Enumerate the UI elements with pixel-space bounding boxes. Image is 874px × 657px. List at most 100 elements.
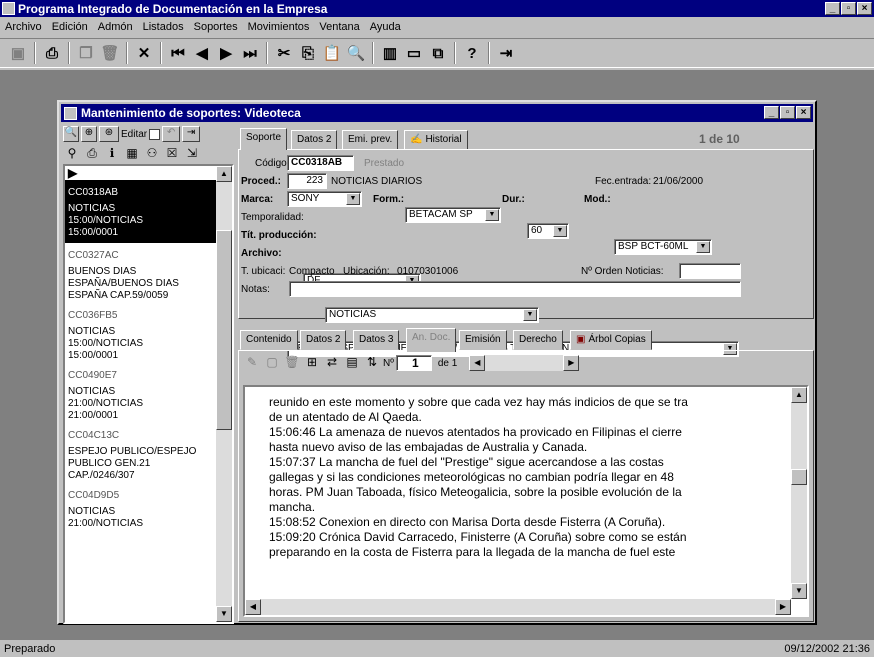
record-list[interactable]: ▶ CC0318AB NOTICIAS 15:00/NOTICIAS 15:00… — [63, 164, 234, 624]
new-doc-icon[interactable]: ▢ — [263, 355, 281, 371]
binoculars-icon[interactable]: ⚲ — [63, 146, 81, 162]
menu-archivo[interactable]: Archivo — [0, 21, 47, 33]
cut-icon[interactable]: ✂ — [272, 42, 296, 64]
chevron-down-icon[interactable]: ▼ — [553, 225, 567, 237]
list-item[interactable]: CC04C13C ESPEJO PUBLICO/ESPEJO PUBLICO G… — [65, 423, 232, 483]
tab-arbol-copias[interactable]: ▣ Árbol Copias — [570, 330, 652, 350]
scroll-right-icon[interactable]: ▶ — [563, 355, 580, 371]
copy2-icon[interactable]: ⎘ — [296, 42, 320, 64]
chevron-down-icon[interactable]: ▼ — [485, 209, 499, 221]
tab-historial[interactable]: ✍ Historial — [404, 130, 468, 150]
chevron-down-icon[interactable]: ▼ — [523, 309, 537, 321]
codigo-field[interactable]: CC0318AB — [287, 155, 354, 171]
people-icon[interactable]: ⚇ — [143, 146, 161, 162]
fullscreen-icon[interactable]: ⊞ — [303, 355, 321, 371]
exit-icon[interactable]: ⇥ — [494, 42, 518, 64]
disk-icon[interactable]: ▣ — [6, 42, 30, 64]
tab-derecho[interactable]: Derecho — [513, 330, 563, 350]
delete-doc-icon[interactable]: 🗑 — [283, 355, 301, 371]
panel-icon[interactable]: ▥ — [378, 42, 402, 64]
scroll-left-icon[interactable]: ◀ — [245, 599, 261, 615]
trash-icon[interactable]: 🗑 — [98, 42, 122, 64]
tab-contenido[interactable]: Contenido — [240, 330, 298, 350]
tile-icon[interactable]: ⧉ — [426, 42, 450, 64]
marca-select[interactable]: SONY ▼ — [287, 191, 362, 207]
scroll-thumb[interactable] — [791, 469, 807, 485]
paste-icon[interactable]: 📋 — [320, 42, 344, 64]
form-select[interactable]: BETACAM SP ▼ — [405, 207, 501, 223]
swap-icon[interactable]: ⇄ — [323, 355, 341, 371]
edit-checkbox[interactable] — [149, 128, 161, 140]
scroll-down-icon[interactable]: ▼ — [216, 606, 232, 622]
print-list-icon[interactable]: ⎙ — [83, 146, 101, 162]
find-icon[interactable]: 🔍 — [344, 42, 368, 64]
tab-datos2[interactable]: Datos 2 — [291, 130, 338, 150]
page-scrollbar[interactable]: ◀ ▶ — [469, 355, 580, 371]
menu-ayuda[interactable]: Ayuda — [365, 21, 406, 33]
search-plus-icon[interactable]: ⊕ — [81, 126, 97, 142]
scroll-up-icon[interactable]: ▲ — [791, 387, 807, 403]
info-icon[interactable]: ℹ — [103, 146, 121, 162]
sort-icon[interactable]: ⇅ — [363, 355, 381, 371]
tab-an-doc[interactable]: An. Doc. — [406, 328, 457, 352]
window-icon[interactable]: ▭ — [402, 42, 426, 64]
scroll-down-icon[interactable]: ▼ — [791, 583, 807, 599]
scroll-right-icon[interactable]: ▶ — [775, 599, 791, 615]
prev-record-icon[interactable]: ◀ — [190, 42, 214, 64]
child-minimize-button[interactable]: _ — [764, 106, 779, 119]
undo-icon[interactable]: ↶ — [162, 126, 181, 142]
tab-datos2-sub[interactable]: Datos 2 — [300, 330, 347, 350]
first-record-icon[interactable]: ⏮ — [166, 42, 190, 64]
list-scrollbar[interactable]: ▲ ▼ — [216, 166, 232, 622]
mod-select[interactable]: BSP BCT-60ML ▼ — [614, 239, 712, 255]
tab-datos3[interactable]: Datos 3 — [353, 330, 400, 350]
menu-soportes[interactable]: Soportes — [189, 21, 243, 33]
menu-admon[interactable]: Admón — [93, 21, 138, 33]
grid-icon[interactable]: ▦ — [123, 146, 141, 162]
last-record-icon[interactable]: ⏭ — [238, 42, 262, 64]
next-record-icon[interactable]: ▶ — [214, 42, 238, 64]
scroll-up-icon[interactable]: ▲ — [216, 166, 232, 182]
tab-emision[interactable]: Emisión — [459, 330, 507, 350]
list-item[interactable]: CC0318AB NOTICIAS 15:00/NOTICIAS 15:00/0… — [65, 180, 232, 243]
chevron-down-icon[interactable]: ▼ — [346, 193, 360, 205]
list-item[interactable]: CC04D9D5 NOTICIAS 21:00/NOTICIAS — [65, 483, 232, 531]
goto-icon[interactable]: ⇥ — [182, 126, 201, 142]
restore-button[interactable]: ▫ — [841, 2, 856, 15]
proced-num-field[interactable]: 223 — [287, 173, 327, 189]
printer-icon[interactable]: ⎙ — [40, 42, 64, 64]
page-number-field[interactable]: 1 — [395, 355, 432, 371]
list-item[interactable]: CC036FB5 NOTICIAS 15:00/NOTICIAS 15:00/0… — [65, 303, 232, 363]
list-item[interactable]: CC0490E7 NOTICIAS 21:00/NOTICIAS 21:00/0… — [65, 363, 232, 423]
scroll-thumb[interactable] — [216, 230, 232, 430]
child-close-button[interactable]: × — [796, 106, 811, 119]
list-item[interactable]: CC0327AC BUENOS DIAS ESPAÑA/BUENOS DIAS … — [65, 243, 232, 303]
menu-movimientos[interactable]: Movimientos — [243, 21, 315, 33]
scroll-left-icon[interactable]: ◀ — [469, 355, 486, 371]
minimize-button[interactable]: _ — [825, 2, 840, 15]
norden-field[interactable] — [679, 263, 741, 279]
text-vscrollbar[interactable]: ▲ ▼ — [791, 387, 807, 599]
text-hscrollbar[interactable]: ◀ ▶ — [245, 599, 791, 615]
chevron-down-icon[interactable]: ▼ — [696, 241, 710, 253]
dur-select[interactable]: 60 ▼ — [527, 223, 569, 239]
advanced-search-icon[interactable]: ⊛ — [99, 126, 119, 142]
search-icon[interactable]: 🔍 — [63, 126, 79, 142]
edit-doc-icon[interactable]: ✎ — [243, 355, 261, 371]
child-restore-button[interactable]: ▫ — [780, 106, 795, 119]
media-icon[interactable]: ▤ — [343, 355, 361, 371]
help-icon[interactable]: ? — [460, 42, 484, 64]
export-icon[interactable]: ⇲ — [183, 146, 201, 162]
close-x-icon[interactable]: ✕ — [132, 42, 156, 64]
tab-emi-prev[interactable]: Emi. prev. — [342, 130, 399, 150]
copy-icon[interactable]: ❐ — [74, 42, 98, 64]
menu-ventana[interactable]: Ventana — [314, 21, 364, 33]
box-icon[interactable]: ☒ — [163, 146, 181, 162]
menu-listados[interactable]: Listados — [138, 21, 189, 33]
menu-edicion[interactable]: Edición — [47, 21, 93, 33]
tab-soporte[interactable]: Soporte — [240, 128, 288, 150]
close-button[interactable]: × — [857, 2, 872, 15]
notas-field[interactable] — [289, 281, 741, 297]
titprod-select[interactable]: NOTICIAS ▼ — [325, 307, 539, 323]
analysis-text-area[interactable]: reunido en este momento y sobre que cada… — [243, 385, 809, 617]
